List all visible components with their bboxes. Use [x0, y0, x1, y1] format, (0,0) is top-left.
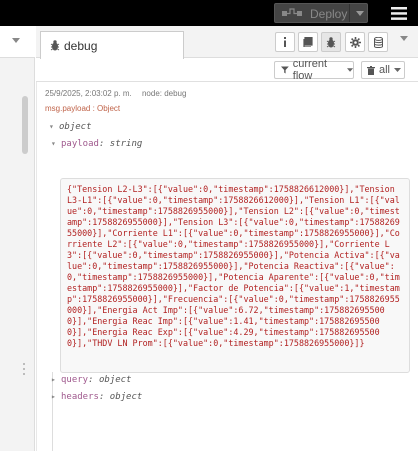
tree-row-query[interactable]: ▸ query: object: [51, 375, 131, 385]
filter-dropdown[interactable]: current flow: [274, 58, 354, 82]
workspace-tabbar: [0, 26, 35, 58]
gear-icon: [349, 36, 361, 48]
headers-type: object: [109, 392, 143, 402]
filter-icon: [281, 66, 289, 74]
message-meta: 25/9/2025, 2:03:02 p. m. node: debug: [45, 89, 194, 98]
tab-debug[interactable]: debug: [40, 31, 184, 59]
info-button[interactable]: [275, 32, 295, 52]
deploy-label: Deploy: [310, 7, 348, 21]
config-button[interactable]: [345, 32, 365, 52]
caret-down-icon: [355, 10, 364, 16]
sidebar-tabbar: debug: [36, 26, 418, 59]
header-bar: Deploy: [0, 0, 418, 26]
clear-all-button[interactable]: all: [361, 61, 405, 79]
main-menu-button[interactable]: [380, 0, 418, 26]
deploy-button[interactable]: Deploy: [274, 3, 368, 23]
caret-right-icon[interactable]: ▸: [51, 392, 61, 401]
database-icon: [373, 36, 383, 48]
caret-down-icon[interactable]: [400, 36, 408, 41]
payload-type: string: [109, 139, 143, 149]
deploy-icon: [282, 8, 302, 16]
tab-debug-label: debug: [64, 38, 98, 53]
book-icon: [303, 37, 313, 47]
message-node[interactable]: node: debug: [142, 89, 187, 98]
query-type: object: [98, 375, 132, 385]
debug-message-list[interactable]: 25/9/2025, 2:03:02 p. m. node: debug msg…: [36, 82, 418, 451]
query-key: query: [61, 375, 89, 385]
message-timestamp: 25/9/2025, 2:03:02 p. m.: [45, 89, 132, 98]
debug-button[interactable]: [321, 32, 341, 52]
message-path[interactable]: msg.payload : Object: [45, 104, 120, 113]
caret-down-icon[interactable]: ▾: [51, 139, 61, 148]
root-type: object: [59, 122, 92, 132]
deploy-dropdown-button[interactable]: [349, 4, 369, 22]
tree-root-row[interactable]: ▾ object: [49, 122, 92, 132]
caret-down-icon[interactable]: [12, 38, 20, 43]
payload-key: payload: [61, 139, 99, 149]
debug-toolbar: current flow all: [36, 58, 418, 82]
clear-all-label: all: [379, 64, 391, 76]
payload-value-box[interactable]: {"Tension L2-L3":[{"value":0,"timestamp"…: [60, 178, 410, 373]
tree-row-headers[interactable]: ▸ headers: object: [51, 392, 142, 402]
payload-value: {"Tension L2-L3":[{"value":0,"timestamp"…: [67, 184, 400, 348]
help-button[interactable]: [298, 32, 318, 52]
caret-down-icon: [394, 68, 402, 72]
caret-right-icon[interactable]: ▸: [51, 375, 61, 384]
trash-icon: [367, 65, 375, 75]
hamburger-menu-icon: [391, 6, 407, 20]
bug-icon: [50, 40, 60, 51]
bug-icon: [326, 36, 336, 47]
tree-row-payload[interactable]: ▾ payload: string: [51, 139, 142, 149]
caret-down-icon: [346, 68, 353, 72]
debug-sidebar: debug current flow all 25/9/2025, 2:03:0…: [36, 26, 418, 451]
caret-down-icon[interactable]: ▾: [49, 122, 59, 131]
info-icon: [284, 37, 286, 47]
context-button[interactable]: [368, 32, 388, 52]
workspace-edge: [0, 26, 35, 451]
workspace-scrollbar[interactable]: [22, 96, 28, 154]
resize-grip-icon[interactable]: [22, 362, 26, 376]
headers-key: headers: [61, 392, 99, 402]
filter-label: current flow: [292, 58, 328, 82]
